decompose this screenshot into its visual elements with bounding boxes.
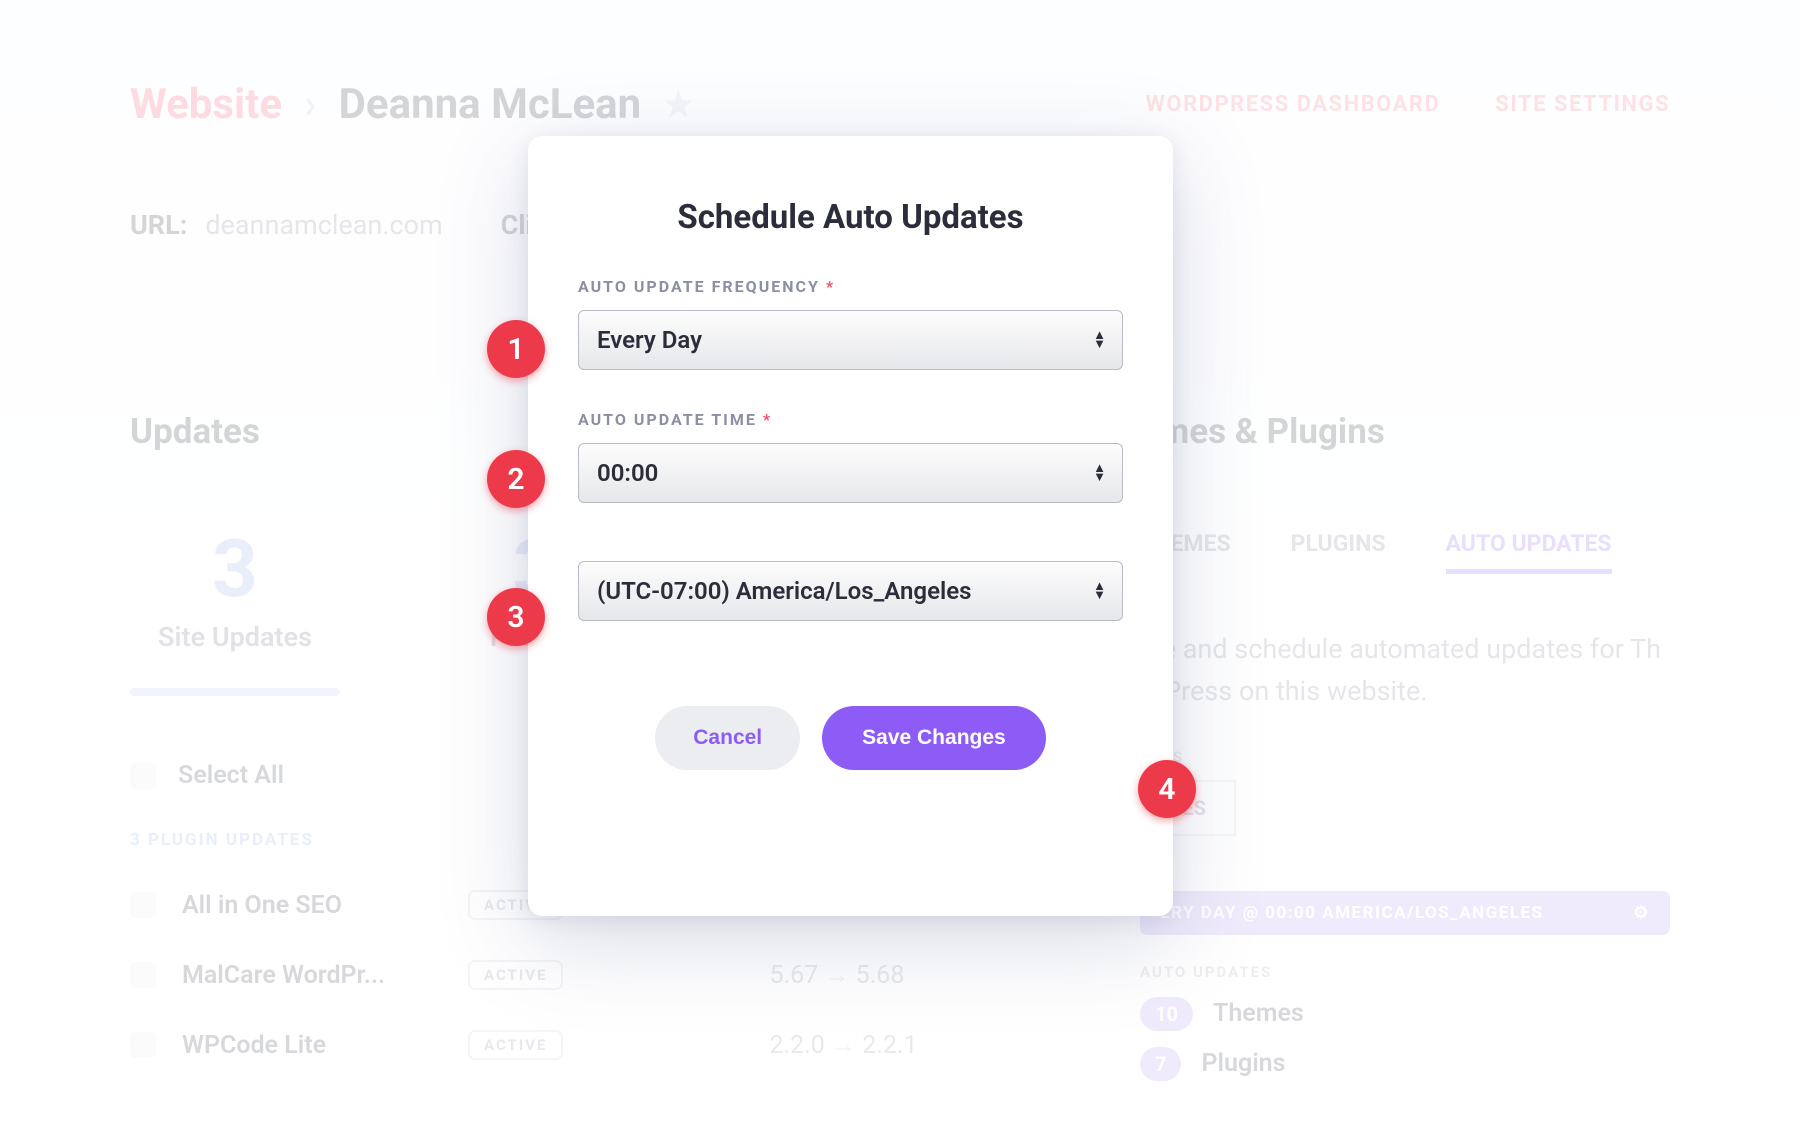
themes-count-label: Themes — [1213, 999, 1304, 1028]
frequency-label: AUTO UPDATE FREQUENCY * — [578, 277, 1123, 296]
plugin-row[interactable]: MalCare WordPr... ACTIVE 5.67 → 5.68 — [130, 960, 1080, 990]
chevron-updown-icon: ▲▼ — [1093, 331, 1106, 349]
chevron-updown-icon: ▲▼ — [1093, 464, 1106, 482]
annotation-badge-4: 4 — [1138, 760, 1196, 818]
gear-icon[interactable]: ⚙ — [1633, 903, 1650, 923]
schedule-pill[interactable]: ERY DAY @ 00:00 AMERICA/LOS_ANGELES ⚙ — [1140, 891, 1670, 935]
plugin-checkbox[interactable] — [130, 892, 156, 918]
star-icon[interactable]: ★ — [663, 85, 693, 125]
plugins-count-label: Plugins — [1201, 1049, 1285, 1078]
auto-updates-counts-label: AUTO UPDATES — [1140, 963, 1670, 981]
annotation-badge-2: 2 — [487, 450, 545, 508]
chevron-updown-icon: ▲▼ — [1093, 582, 1106, 600]
tab-auto-updates[interactable]: AUTO UPDATES — [1446, 530, 1612, 574]
select-all-checkbox[interactable] — [130, 763, 156, 789]
chevron-right-icon: › — [304, 80, 317, 129]
breadcrumb-root[interactable]: Website — [130, 80, 282, 129]
auto-updates-label: ATES — [1140, 748, 1670, 766]
site-updates-label: Site Updates — [130, 621, 340, 653]
breadcrumb: Website › Deanna McLean ★ — [130, 80, 694, 129]
url-label: URL: — [130, 209, 187, 241]
url-value: deannamclean.com — [205, 209, 442, 241]
site-settings-link[interactable]: SITE SETTINGS — [1495, 92, 1670, 117]
plugin-checkbox[interactable] — [130, 962, 156, 988]
themes-plugins-title: emes & Plugins — [1140, 411, 1670, 452]
annotation-badge-3: 3 — [487, 588, 545, 646]
tab-plugins[interactable]: PLUGINS — [1291, 530, 1386, 574]
plugin-checkbox[interactable] — [130, 1032, 156, 1058]
breadcrumb-site: Deanna McLean — [339, 80, 642, 129]
save-changes-button[interactable]: Save Changes — [822, 706, 1046, 770]
select-all-label: Select All — [178, 761, 284, 790]
auto-updates-desc: ble and schedule automated updates for T… — [1140, 629, 1670, 713]
time-select[interactable]: 00:00 ▲▼ — [578, 443, 1123, 503]
plugin-row[interactable]: WPCode Lite ACTIVE 2.2.0 → 2.2.1 — [130, 1030, 1080, 1060]
schedule-auto-updates-modal: Schedule Auto Updates AUTO UPDATE FREQUE… — [528, 136, 1173, 916]
time-label: AUTO UPDATE TIME * — [578, 410, 1123, 429]
plugins-count-badge: 7 — [1140, 1047, 1181, 1081]
wordpress-dashboard-link[interactable]: WORDPRESS DASHBOARD — [1146, 92, 1441, 117]
frequency-select[interactable]: Every Day ▲▼ — [578, 310, 1123, 370]
status-badge: ACTIVE — [468, 1030, 563, 1060]
plugin-version: 2.2.0 → 2.2.1 — [769, 1031, 917, 1060]
tab-underline — [130, 688, 340, 696]
plugin-version: 5.67 → 5.68 — [769, 961, 904, 990]
plugin-name: MalCare WordPr... — [182, 961, 442, 990]
plugin-name: WPCode Lite — [182, 1031, 442, 1060]
annotation-badge-1: 1 — [487, 320, 545, 378]
site-updates-count: 3 — [130, 522, 340, 616]
status-badge: ACTIVE — [468, 960, 563, 990]
themes-count-badge: 10 — [1140, 997, 1193, 1031]
modal-title: Schedule Auto Updates — [578, 198, 1123, 237]
timezone-select[interactable]: (UTC-07:00) America/Los_Angeles ▲▼ — [578, 561, 1123, 621]
cancel-button[interactable]: Cancel — [655, 706, 800, 770]
plugin-name: All in One SEO — [182, 891, 442, 920]
